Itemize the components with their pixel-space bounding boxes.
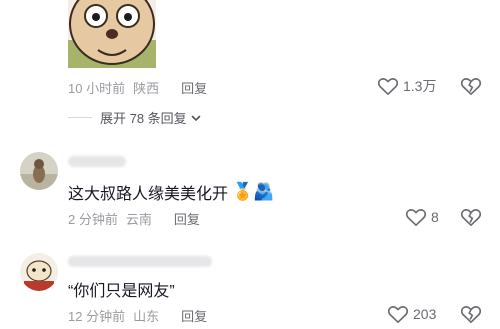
expand-replies-label: 展开 78 条回复 — [100, 111, 187, 126]
comment-location: 云南 — [125, 212, 152, 227]
avatar[interactable] — [20, 152, 58, 190]
comment-location: 山东 — [133, 309, 160, 324]
dislike-heart-icon — [460, 78, 482, 95]
username-blurred[interactable] — [68, 256, 212, 267]
dislike-button[interactable] — [460, 207, 482, 232]
dislike-button[interactable] — [460, 304, 482, 329]
like-button[interactable]: 1.3万 — [377, 76, 436, 96]
comment-time: 10 小时前 — [68, 81, 126, 96]
like-count: 8 — [431, 209, 439, 225]
comment-meta: 10 小时前 陕西 回复 — [68, 78, 207, 97]
emoji-medal-hug: 🏅🫂 — [232, 182, 275, 201]
avatar-image — [20, 253, 58, 291]
comment-sticker-image[interactable] — [68, 0, 156, 68]
comment-meta: 12 分钟前 山东 回复 — [68, 306, 207, 325]
like-count: 1.3万 — [403, 78, 437, 94]
heart-icon — [387, 306, 409, 323]
dislike-button[interactable] — [460, 76, 482, 101]
comment-time: 12 分钟前 — [68, 309, 126, 324]
divider-line — [68, 117, 92, 118]
like-button[interactable]: 203 — [387, 304, 436, 324]
comment-text: “你们只是网友” — [68, 283, 175, 300]
comment-body: “你们只是网友” — [68, 277, 175, 301]
comment-meta: 2 分钟前 云南 回复 — [68, 209, 200, 228]
dislike-heart-icon — [460, 209, 482, 226]
comment-text: 这大叔路人缘美美化开 — [68, 186, 229, 203]
comment-time: 2 分钟前 — [68, 212, 118, 227]
like-button[interactable]: 8 — [405, 207, 439, 227]
reply-button[interactable]: 回复 — [174, 209, 200, 228]
heart-icon — [405, 209, 427, 226]
reply-button[interactable]: 回复 — [181, 78, 207, 97]
chevron-down-icon — [191, 115, 200, 121]
comment-body: 这大叔路人缘美美化开 🏅🫂 — [68, 180, 274, 204]
avatar[interactable] — [20, 253, 58, 291]
username-blurred[interactable] — [68, 156, 126, 167]
cartoon-sticker — [68, 0, 156, 68]
expand-replies-button[interactable]: 展开 78 条回复 — [68, 108, 202, 127]
heart-icon — [377, 78, 399, 95]
dislike-heart-icon — [460, 306, 482, 323]
avatar-image — [20, 152, 58, 190]
comment-location: 陕西 — [133, 81, 160, 96]
reply-button[interactable]: 回复 — [181, 306, 207, 325]
